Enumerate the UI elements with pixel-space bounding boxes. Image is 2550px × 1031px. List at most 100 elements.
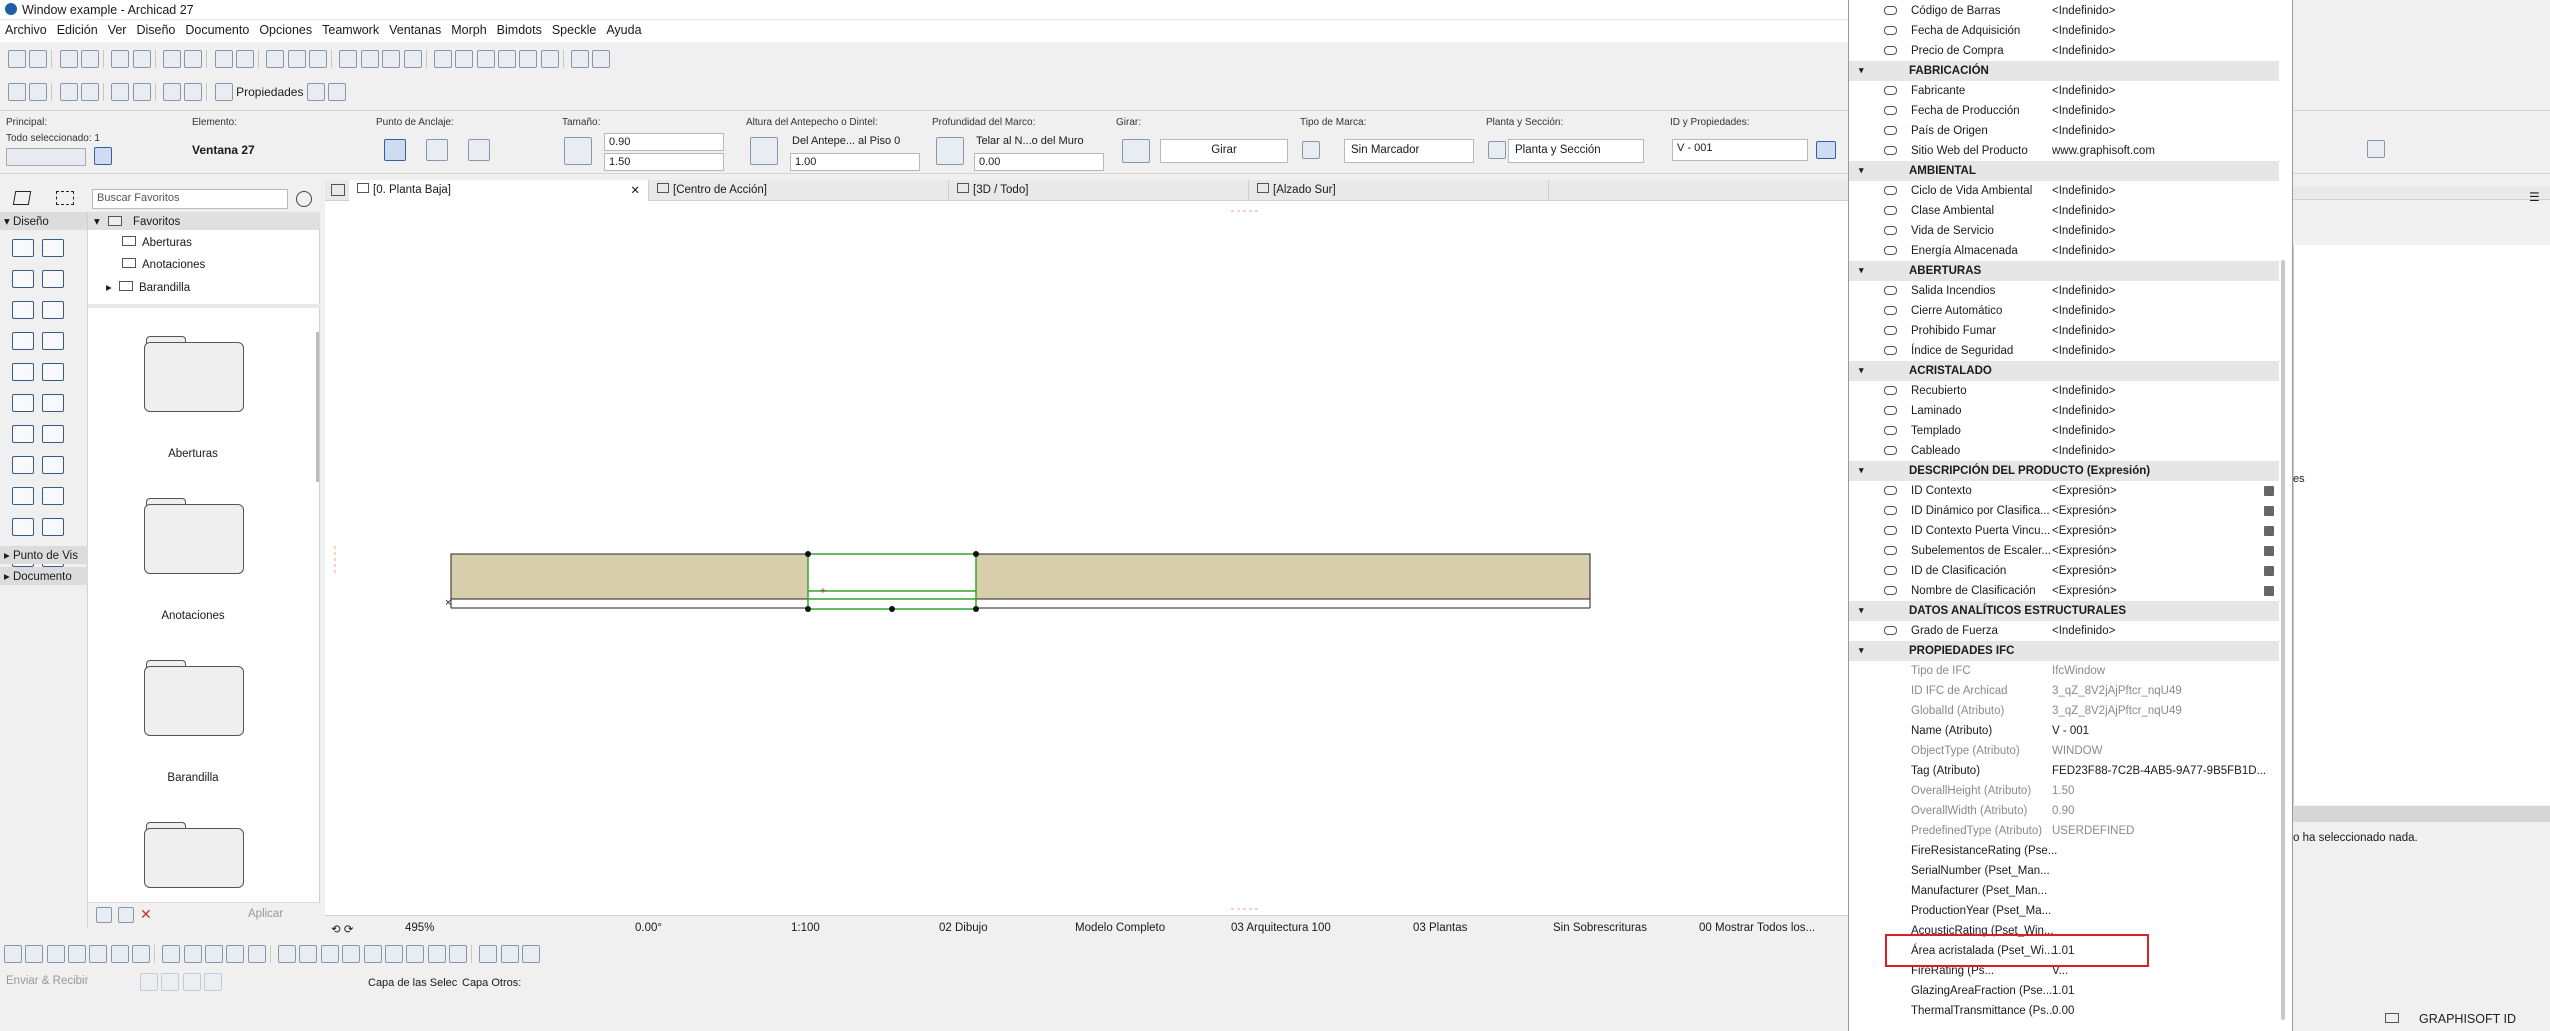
scale-value[interactable]: 1:100 — [791, 922, 820, 934]
view-icon[interactable] — [214, 50, 233, 68]
syringe-icon[interactable] — [184, 83, 203, 101]
apply-button[interactable]: Aplicar — [248, 908, 283, 920]
property-value[interactable]: <Indefinido> — [2052, 425, 2115, 437]
property-row[interactable]: Templado <Indefinido> — [1849, 421, 2279, 441]
property-section[interactable]: ▾ ABERTURAS — [1849, 261, 2279, 281]
properties-scrollbar[interactable] — [2281, 260, 2285, 1020]
property-value[interactable]: <Indefinido> — [2052, 385, 2115, 397]
rotate-button[interactable]: Girar — [1160, 139, 1288, 163]
property-value[interactable]: 3_qZ_8V2jAjPftcr_nqU49 — [2052, 705, 2182, 717]
layer-combo-value[interactable]: 02 Dibujo — [939, 922, 988, 934]
trim-icon[interactable] — [433, 50, 452, 68]
menu-morph[interactable]: Morph — [446, 20, 491, 40]
zone-tool-icon[interactable] — [12, 456, 34, 474]
grid-snap-icon[interactable] — [89, 945, 108, 963]
arrow-tool-icon[interactable] — [12, 191, 32, 205]
property-value[interactable]: <Indefinido> — [2052, 345, 2115, 357]
trace-icon[interactable] — [205, 945, 224, 963]
release-icon[interactable] — [161, 973, 180, 991]
menu-teamwork[interactable]: Teamwork — [317, 20, 384, 40]
zoom-value[interactable]: 495% — [405, 922, 434, 934]
property-row[interactable]: ObjectType (Atributo) WINDOW — [1849, 741, 2279, 761]
property-row[interactable]: OverallHeight (Atributo) 1.50 — [1849, 781, 2279, 801]
menu-icon[interactable]: ☰ — [2529, 190, 2540, 204]
angle-icon[interactable] — [299, 945, 318, 963]
property-section[interactable]: ▾ ACRISTALADO — [1849, 361, 2279, 381]
snap-grid-icon[interactable] — [427, 945, 446, 963]
elevation-icon[interactable] — [59, 83, 78, 101]
detail-icon[interactable] — [81, 83, 100, 101]
menu-ver[interactable]: Ver — [103, 20, 132, 40]
undo-icon[interactable] — [163, 50, 182, 68]
collapse-icon[interactable]: ▾ — [1859, 365, 1864, 376]
delete-favorite-icon[interactable]: ✕ — [140, 906, 152, 923]
lamp-tool-icon[interactable] — [42, 487, 64, 505]
triangle-down-icon[interactable] — [500, 945, 519, 963]
send-receive-button[interactable]: Enviar & Recibir — [6, 975, 88, 987]
window-tool-icon[interactable] — [12, 394, 34, 412]
property-row[interactable]: Fecha de Producción <Indefinido> — [1849, 101, 2279, 121]
adjust-icon[interactable] — [455, 50, 474, 68]
model-view-value[interactable]: Modelo Completo — [1075, 922, 1165, 934]
model-icon[interactable] — [111, 50, 130, 68]
property-value[interactable]: <Expresión> — [2052, 585, 2117, 597]
parallel-icon[interactable] — [384, 945, 403, 963]
property-section[interactable]: ▾ DESCRIPCIÓN DEL PRODUCTO (Expresión) — [1849, 461, 2279, 481]
property-row[interactable]: Name (Atributo) V - 001 — [1849, 721, 2279, 741]
point-icon[interactable] — [320, 945, 339, 963]
door-tool-icon[interactable] — [42, 363, 64, 381]
property-row[interactable]: Fabricante <Indefinido> — [1849, 81, 2279, 101]
property-value[interactable]: <Indefinido> — [2052, 5, 2115, 17]
menu-speckle[interactable]: Speckle — [547, 20, 601, 40]
pen-icon[interactable] — [111, 83, 130, 101]
flag-icon[interactable] — [110, 945, 129, 963]
triangle-up-icon[interactable] — [479, 945, 498, 963]
property-value[interactable]: <Expresión> — [2052, 505, 2117, 517]
property-row[interactable]: Cableado <Indefinido> — [1849, 441, 2279, 461]
collapse-icon[interactable]: ▾ — [1859, 605, 1864, 616]
opening-tool-icon[interactable] — [12, 425, 34, 443]
calculator-icon[interactable] — [2264, 586, 2274, 596]
fillet-icon[interactable] — [497, 50, 516, 68]
id-properties-icon[interactable] — [1816, 141, 1836, 159]
property-value[interactable]: <Expresión> — [2052, 525, 2117, 537]
property-row[interactable]: FireResistanceRating (Pse... — [1849, 841, 2279, 861]
wall-right[interactable] — [975, 553, 1591, 600]
property-row[interactable]: ID Dinámico por Clasifica... <Expresión> — [1849, 501, 2279, 521]
property-value[interactable]: <Indefinido> — [2052, 225, 2115, 237]
angle-value[interactable]: 0.00° — [635, 922, 662, 934]
toolbox-section-documento[interactable]: ▸ Documento — [0, 567, 88, 585]
section-icon[interactable] — [29, 83, 48, 101]
collapse-icon[interactable]: ▾ — [1859, 645, 1864, 656]
floorplan-icon[interactable] — [8, 83, 26, 101]
sill-field[interactable]: 1.00 — [790, 153, 920, 171]
calculator-icon[interactable] — [2264, 566, 2274, 576]
property-row[interactable]: Código de Barras <Indefinido> — [1849, 1, 2279, 21]
tab-overview-icon[interactable] — [331, 184, 345, 196]
request-icon[interactable] — [182, 973, 201, 991]
element-name[interactable]: Ventana 27 — [192, 143, 255, 157]
anchor-left-icon[interactable] — [384, 139, 406, 161]
shell-tool-icon[interactable] — [42, 301, 64, 319]
tag-icon[interactable] — [570, 50, 589, 68]
checkmark-icon[interactable] — [448, 945, 467, 963]
grant-icon[interactable] — [204, 973, 223, 991]
reserve-icon[interactable] — [140, 973, 158, 991]
property-value[interactable]: IfcWindow — [2052, 665, 2105, 677]
tree-item-barandilla[interactable]: ▸ Barandilla — [106, 280, 190, 294]
settings-icon[interactable] — [2367, 140, 2385, 158]
wall-left[interactable] — [450, 553, 809, 600]
curtainwall-tool-icon[interactable] — [12, 363, 34, 381]
anchor-right-icon[interactable] — [468, 139, 490, 161]
property-value[interactable]: <Expresión> — [2052, 565, 2117, 577]
mesh-tool-icon[interactable] — [42, 456, 64, 474]
calculator-icon[interactable] — [2264, 486, 2274, 496]
property-row[interactable]: ID Contexto <Expresión> — [1849, 481, 2279, 501]
layer-icon[interactable] — [339, 50, 358, 68]
property-value[interactable]: <Indefinido> — [2052, 185, 2115, 197]
menu-edicion[interactable]: Edición — [52, 20, 103, 40]
calculator-icon[interactable] — [2264, 546, 2274, 556]
tab-alzado-sur[interactable]: [Alzado Sur] — [1249, 180, 1549, 201]
close-tab-icon[interactable]: ✕ — [630, 183, 640, 197]
column-tool-icon[interactable] — [42, 239, 64, 257]
